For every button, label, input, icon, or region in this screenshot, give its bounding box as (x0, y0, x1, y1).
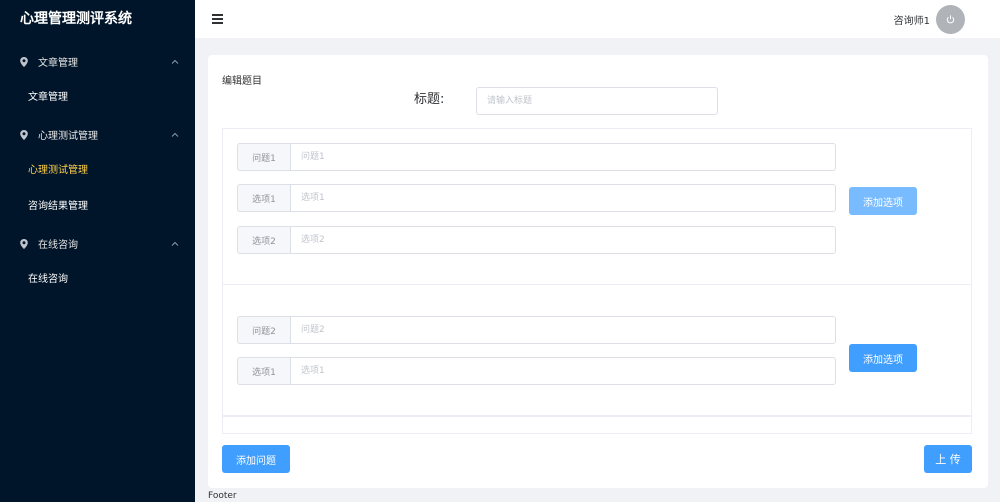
sidebar-item-articles[interactable]: 文章管理 (0, 80, 195, 116)
question-row: 问题1 (237, 143, 836, 171)
option-prefix: 选项1 (237, 357, 290, 385)
question-prefix: 问题2 (237, 316, 290, 344)
option-row: 选项1 (237, 357, 836, 385)
question-input[interactable] (290, 143, 836, 171)
add-option-button[interactable]: 添加选项 (849, 344, 917, 372)
menu-group-label: 心理测试管理 (38, 131, 98, 142)
option-prefix: 选项2 (237, 226, 290, 254)
option-input[interactable] (290, 226, 836, 254)
app-title: 心理管理测评系统 (20, 11, 132, 27)
power-icon (946, 15, 955, 24)
option-row: 选项1 (237, 184, 836, 212)
sidebar: 心理管理测评系统 文章管理 文章管理 心理测试管理 心理测试管理 咨询结果管理 (0, 0, 195, 502)
title-label: 标题: (414, 92, 445, 107)
edit-question-card: 编辑题目 标题: 问题1 选项1 选项2 添加选项 问题2 选项1 添加选项 添… (208, 55, 988, 488)
page-title: 编辑题目 (222, 76, 262, 87)
title-input[interactable] (476, 87, 718, 115)
option-input[interactable] (290, 357, 836, 385)
sidebar-item-consult-results[interactable]: 咨询结果管理 (0, 189, 195, 225)
menu-group-articles[interactable]: 文章管理 (0, 43, 195, 80)
question-prefix: 问题1 (237, 143, 290, 171)
avatar[interactable] (936, 5, 965, 34)
option-prefix: 选项1 (237, 184, 290, 212)
add-question-button[interactable]: 添加问题 (222, 445, 290, 473)
hamburger-icon[interactable] (212, 14, 223, 24)
sidebar-item-psych-tests[interactable]: 心理测试管理 (0, 153, 195, 189)
option-row: 选项2 (237, 226, 836, 254)
menu-group-label: 文章管理 (38, 58, 78, 69)
menu-group-label: 在线咨询 (38, 240, 78, 251)
add-option-button[interactable]: 添加选项 (849, 187, 917, 215)
option-input[interactable] (290, 184, 836, 212)
question-row: 问题2 (237, 316, 836, 344)
location-icon (18, 129, 30, 141)
question-block: 问题2 选项1 添加选项 (222, 284, 972, 416)
footer: Footer (208, 491, 237, 501)
chevron-up-icon (171, 240, 179, 248)
menu-group-online-consult[interactable]: 在线咨询 (0, 225, 195, 262)
question-input[interactable] (290, 316, 836, 344)
top-header: 咨询师1 (195, 0, 1000, 38)
username: 咨询师1 (893, 16, 930, 27)
location-icon (18, 238, 30, 250)
question-block-empty (222, 416, 972, 434)
menu-group-psych-tests[interactable]: 心理测试管理 (0, 116, 195, 153)
question-block: 问题1 选项1 选项2 添加选项 (222, 128, 972, 285)
upload-button[interactable]: 上 传 (924, 445, 972, 473)
chevron-up-icon (171, 58, 179, 66)
location-icon (18, 56, 30, 68)
chevron-up-icon (171, 131, 179, 139)
sidebar-item-online-consult[interactable]: 在线咨询 (0, 262, 195, 298)
